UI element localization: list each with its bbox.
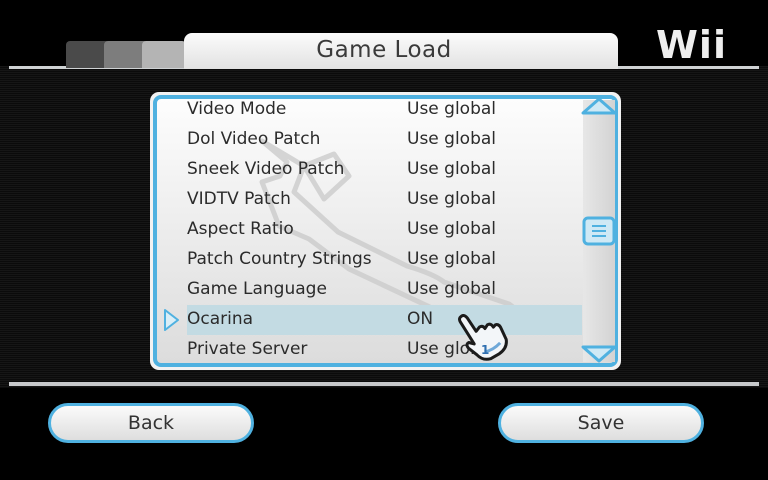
setting-label: Ocarina [187,309,254,329]
triangle-down-icon[interactable] [580,344,618,364]
setting-label: Aspect Ratio [187,219,294,239]
list-item[interactable]: Aspect Ratio Use global [187,215,582,245]
setting-label: Dol Video Patch [187,129,321,149]
list-item[interactable]: Video Mode Use global [187,95,582,125]
game-load-screen: Game Load Wii Video Mode Use global Dol … [0,0,768,480]
header-tab-3 [142,41,186,68]
grip-icon[interactable] [581,216,617,246]
save-button[interactable]: Save [498,403,704,443]
setting-value: Use global [407,189,497,209]
page-title: Game Load [316,37,452,63]
triangle-up-icon[interactable] [580,96,618,116]
list-item[interactable]: Private Server Use global [187,335,582,361]
player-number: 1 [481,343,489,357]
setting-value: Use global [407,249,497,269]
setting-label: VIDTV Patch [187,189,291,209]
setting-value: Use global [407,99,497,119]
setting-value: Use global [407,219,497,239]
footer-divider [9,382,759,386]
list-item[interactable]: Sneek Video Patch Use global [187,155,582,185]
setting-label: Video Mode [187,99,287,119]
back-button[interactable]: Back [48,403,254,443]
setting-label: Patch Country Strings [187,249,372,269]
list-item[interactable]: Patch Country Strings Use global [187,245,582,275]
list-item[interactable]: Dol Video Patch Use global [187,125,582,155]
setting-value: Use global [407,159,497,179]
setting-value: Use global [407,279,497,299]
wii-logo: Wii [656,23,727,67]
list-item[interactable]: Game Language Use global [187,275,582,305]
triangle-right-icon [164,309,179,331]
list-item-selected[interactable]: Ocarina ON [187,305,582,335]
setting-label: Private Server [187,339,308,359]
hand-pointer-graphic: 1 [458,313,508,361]
list-item[interactable]: VIDTV Patch Use global [187,185,582,215]
setting-label: Game Language [187,279,327,299]
setting-value: ON [407,309,434,329]
setting-label: Sneek Video Patch [187,159,345,179]
hand-pointer-icon: 1 [450,306,512,366]
setting-value: Use global [407,129,497,149]
